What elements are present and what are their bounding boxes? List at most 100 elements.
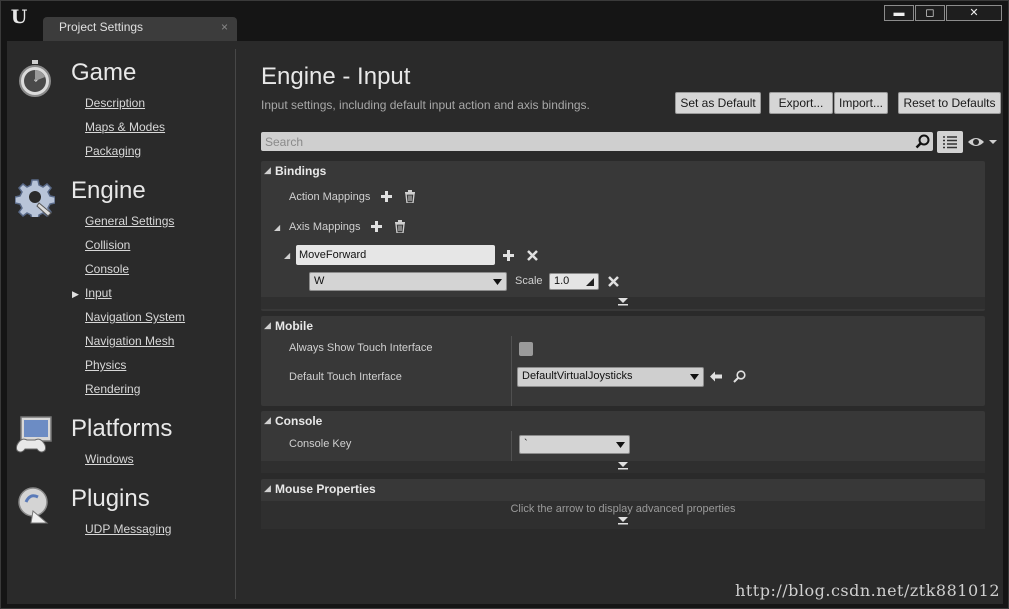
selected-arrow-icon: ▶ xyxy=(72,289,79,299)
use-selected-arrow-icon[interactable] xyxy=(710,371,722,382)
expand-triangle-icon[interactable]: ◢ xyxy=(284,251,290,260)
advanced-expander[interactable]: Click the arrow to display advanced prop… xyxy=(261,501,985,529)
section-title: Bindings xyxy=(275,164,327,178)
add-action-mapping-icon[interactable] xyxy=(380,190,393,203)
sidebar: Game Description Maps & Modes Packaging … xyxy=(7,41,236,604)
collapse-triangle-icon: ◢ xyxy=(264,483,271,493)
section-console: ◢ Console Console Key ` xyxy=(261,411,985,473)
add-axis-mapping-icon[interactable] xyxy=(370,220,383,233)
scale-spinbox[interactable]: 1.0 xyxy=(549,273,599,290)
trash-icon[interactable] xyxy=(394,220,406,233)
remove-key-icon[interactable] xyxy=(608,276,619,287)
stopwatch-icon xyxy=(19,60,51,97)
section-mouse-properties: ◢ Mouse Properties Click the arrow to di… xyxy=(261,479,985,529)
sidebar-item-collision[interactable]: Collision xyxy=(85,238,130,252)
unreal-logo-icon: U xyxy=(10,6,28,28)
page-title: Engine - Input xyxy=(261,63,411,90)
settings-main: Game Description Maps & Modes Packaging … xyxy=(7,41,1003,604)
sidebar-item-navigation-system[interactable]: Navigation System xyxy=(85,310,185,324)
list-view-button[interactable] xyxy=(937,131,963,153)
console-key-label: Console Key xyxy=(289,438,352,450)
close-button[interactable]: ✕ xyxy=(946,5,1002,21)
trash-icon[interactable] xyxy=(404,190,416,203)
eye-view-options-icon[interactable] xyxy=(967,134,999,150)
search-input[interactable] xyxy=(265,132,905,151)
collapse-triangle-icon: ◢ xyxy=(264,320,271,330)
set-as-default-button[interactable]: Set as Default xyxy=(675,92,761,114)
default-touch-interface-value: DefaultVirtualJoysticks xyxy=(522,370,633,382)
category-title-engine: Engine xyxy=(71,177,146,204)
section-bindings: ◢ Bindings Action Mappings ◢ Axis Mappin… xyxy=(261,161,985,311)
column-divider xyxy=(511,336,512,406)
search-box xyxy=(261,132,933,151)
sidebar-item-input[interactable]: Input xyxy=(85,286,112,300)
tab-label: Project Settings xyxy=(59,20,144,34)
category-title-plugins: Plugins xyxy=(71,485,150,512)
minimize-button[interactable]: ▬ xyxy=(884,5,914,21)
add-key-icon[interactable] xyxy=(502,249,515,262)
section-title: Mobile xyxy=(275,319,313,333)
advanced-expander[interactable] xyxy=(261,461,985,473)
advanced-hint: Click the arrow to display advanced prop… xyxy=(510,503,736,515)
browse-search-icon[interactable] xyxy=(733,370,746,383)
section-mobile: ◢ Mobile Always Show Touch Interface Def… xyxy=(261,316,985,406)
sidebar-item-packaging[interactable]: Packaging xyxy=(85,144,141,158)
sidebar-item-physics[interactable]: Physics xyxy=(85,358,126,372)
list-icon xyxy=(943,136,957,149)
axis-name-field[interactable]: MoveForward xyxy=(296,245,495,265)
collapse-triangle-icon: ◢ xyxy=(264,165,271,175)
console-key-value: ` xyxy=(524,438,528,450)
chevron-down-icon xyxy=(616,442,625,448)
gear-icon xyxy=(15,179,55,217)
chevron-down-icon xyxy=(493,279,502,285)
default-touch-interface-select[interactable]: DefaultVirtualJoysticks xyxy=(517,367,704,387)
resize-arrow-icon xyxy=(586,278,594,286)
tab-project-settings[interactable]: Project Settings × xyxy=(43,17,237,41)
import-button[interactable]: Import... xyxy=(834,92,888,114)
scale-label: Scale xyxy=(515,275,543,287)
key-select[interactable]: W xyxy=(309,272,507,291)
sidebar-item-maps-modes[interactable]: Maps & Modes xyxy=(85,120,165,134)
sidebar-divider xyxy=(235,49,236,599)
sidebar-item-console[interactable]: Console xyxy=(85,262,129,276)
console-key-select[interactable]: ` xyxy=(519,435,630,454)
column-divider xyxy=(511,431,512,461)
key-select-value: W xyxy=(314,275,325,287)
category-title-game: Game xyxy=(71,59,137,86)
advanced-arrow-icon xyxy=(618,298,628,306)
sidebar-item-description[interactable]: Description xyxy=(85,96,145,110)
advanced-arrow-icon xyxy=(618,462,628,470)
sidebar-item-udp-messaging[interactable]: UDP Messaging xyxy=(85,522,171,536)
section-title: Mouse Properties xyxy=(275,482,376,496)
section-header-mobile[interactable]: ◢ Mobile xyxy=(261,316,985,336)
search-icon[interactable] xyxy=(915,134,930,149)
axis-mappings-label: Axis Mappings xyxy=(289,221,361,233)
sidebar-item-general-settings[interactable]: General Settings xyxy=(85,214,174,228)
always-show-touch-label: Always Show Touch Interface xyxy=(289,342,433,354)
remove-axis-icon[interactable] xyxy=(527,250,538,261)
default-touch-interface-label: Default Touch Interface xyxy=(289,371,402,383)
window-controls: ▬ ◻ ✕ xyxy=(883,5,1002,21)
expand-triangle-icon[interactable]: ◢ xyxy=(274,223,280,232)
advanced-arrow-icon xyxy=(618,517,628,525)
advanced-expander[interactable] xyxy=(261,297,985,309)
always-show-touch-checkbox[interactable] xyxy=(519,342,533,356)
section-title: Console xyxy=(275,414,323,428)
section-header-console[interactable]: ◢ Console xyxy=(261,411,985,431)
watermark: http://blog.csdn.net/ztk881012 xyxy=(735,581,1000,600)
reset-to-defaults-button[interactable]: Reset to Defaults xyxy=(898,92,1001,114)
category-title-platforms: Platforms xyxy=(71,415,173,442)
page-description: Input settings, including default input … xyxy=(261,98,590,112)
sidebar-item-windows[interactable]: Windows xyxy=(85,452,134,466)
chevron-down-icon xyxy=(690,374,699,380)
section-header-mouse-properties[interactable]: ◢ Mouse Properties xyxy=(261,479,985,499)
maximize-button[interactable]: ◻ xyxy=(915,5,945,21)
action-mappings-label: Action Mappings xyxy=(289,191,371,203)
sidebar-item-rendering[interactable]: Rendering xyxy=(85,382,140,396)
section-header-bindings[interactable]: ◢ Bindings xyxy=(261,161,985,181)
title-bar: U Project Settings × ▬ ◻ ✕ xyxy=(1,1,1008,41)
content-panel: Engine - Input Input settings, including… xyxy=(261,41,1001,604)
sidebar-item-navigation-mesh[interactable]: Navigation Mesh xyxy=(85,334,174,348)
tab-close-button[interactable]: × xyxy=(221,20,228,34)
export-button[interactable]: Export... xyxy=(769,92,833,114)
